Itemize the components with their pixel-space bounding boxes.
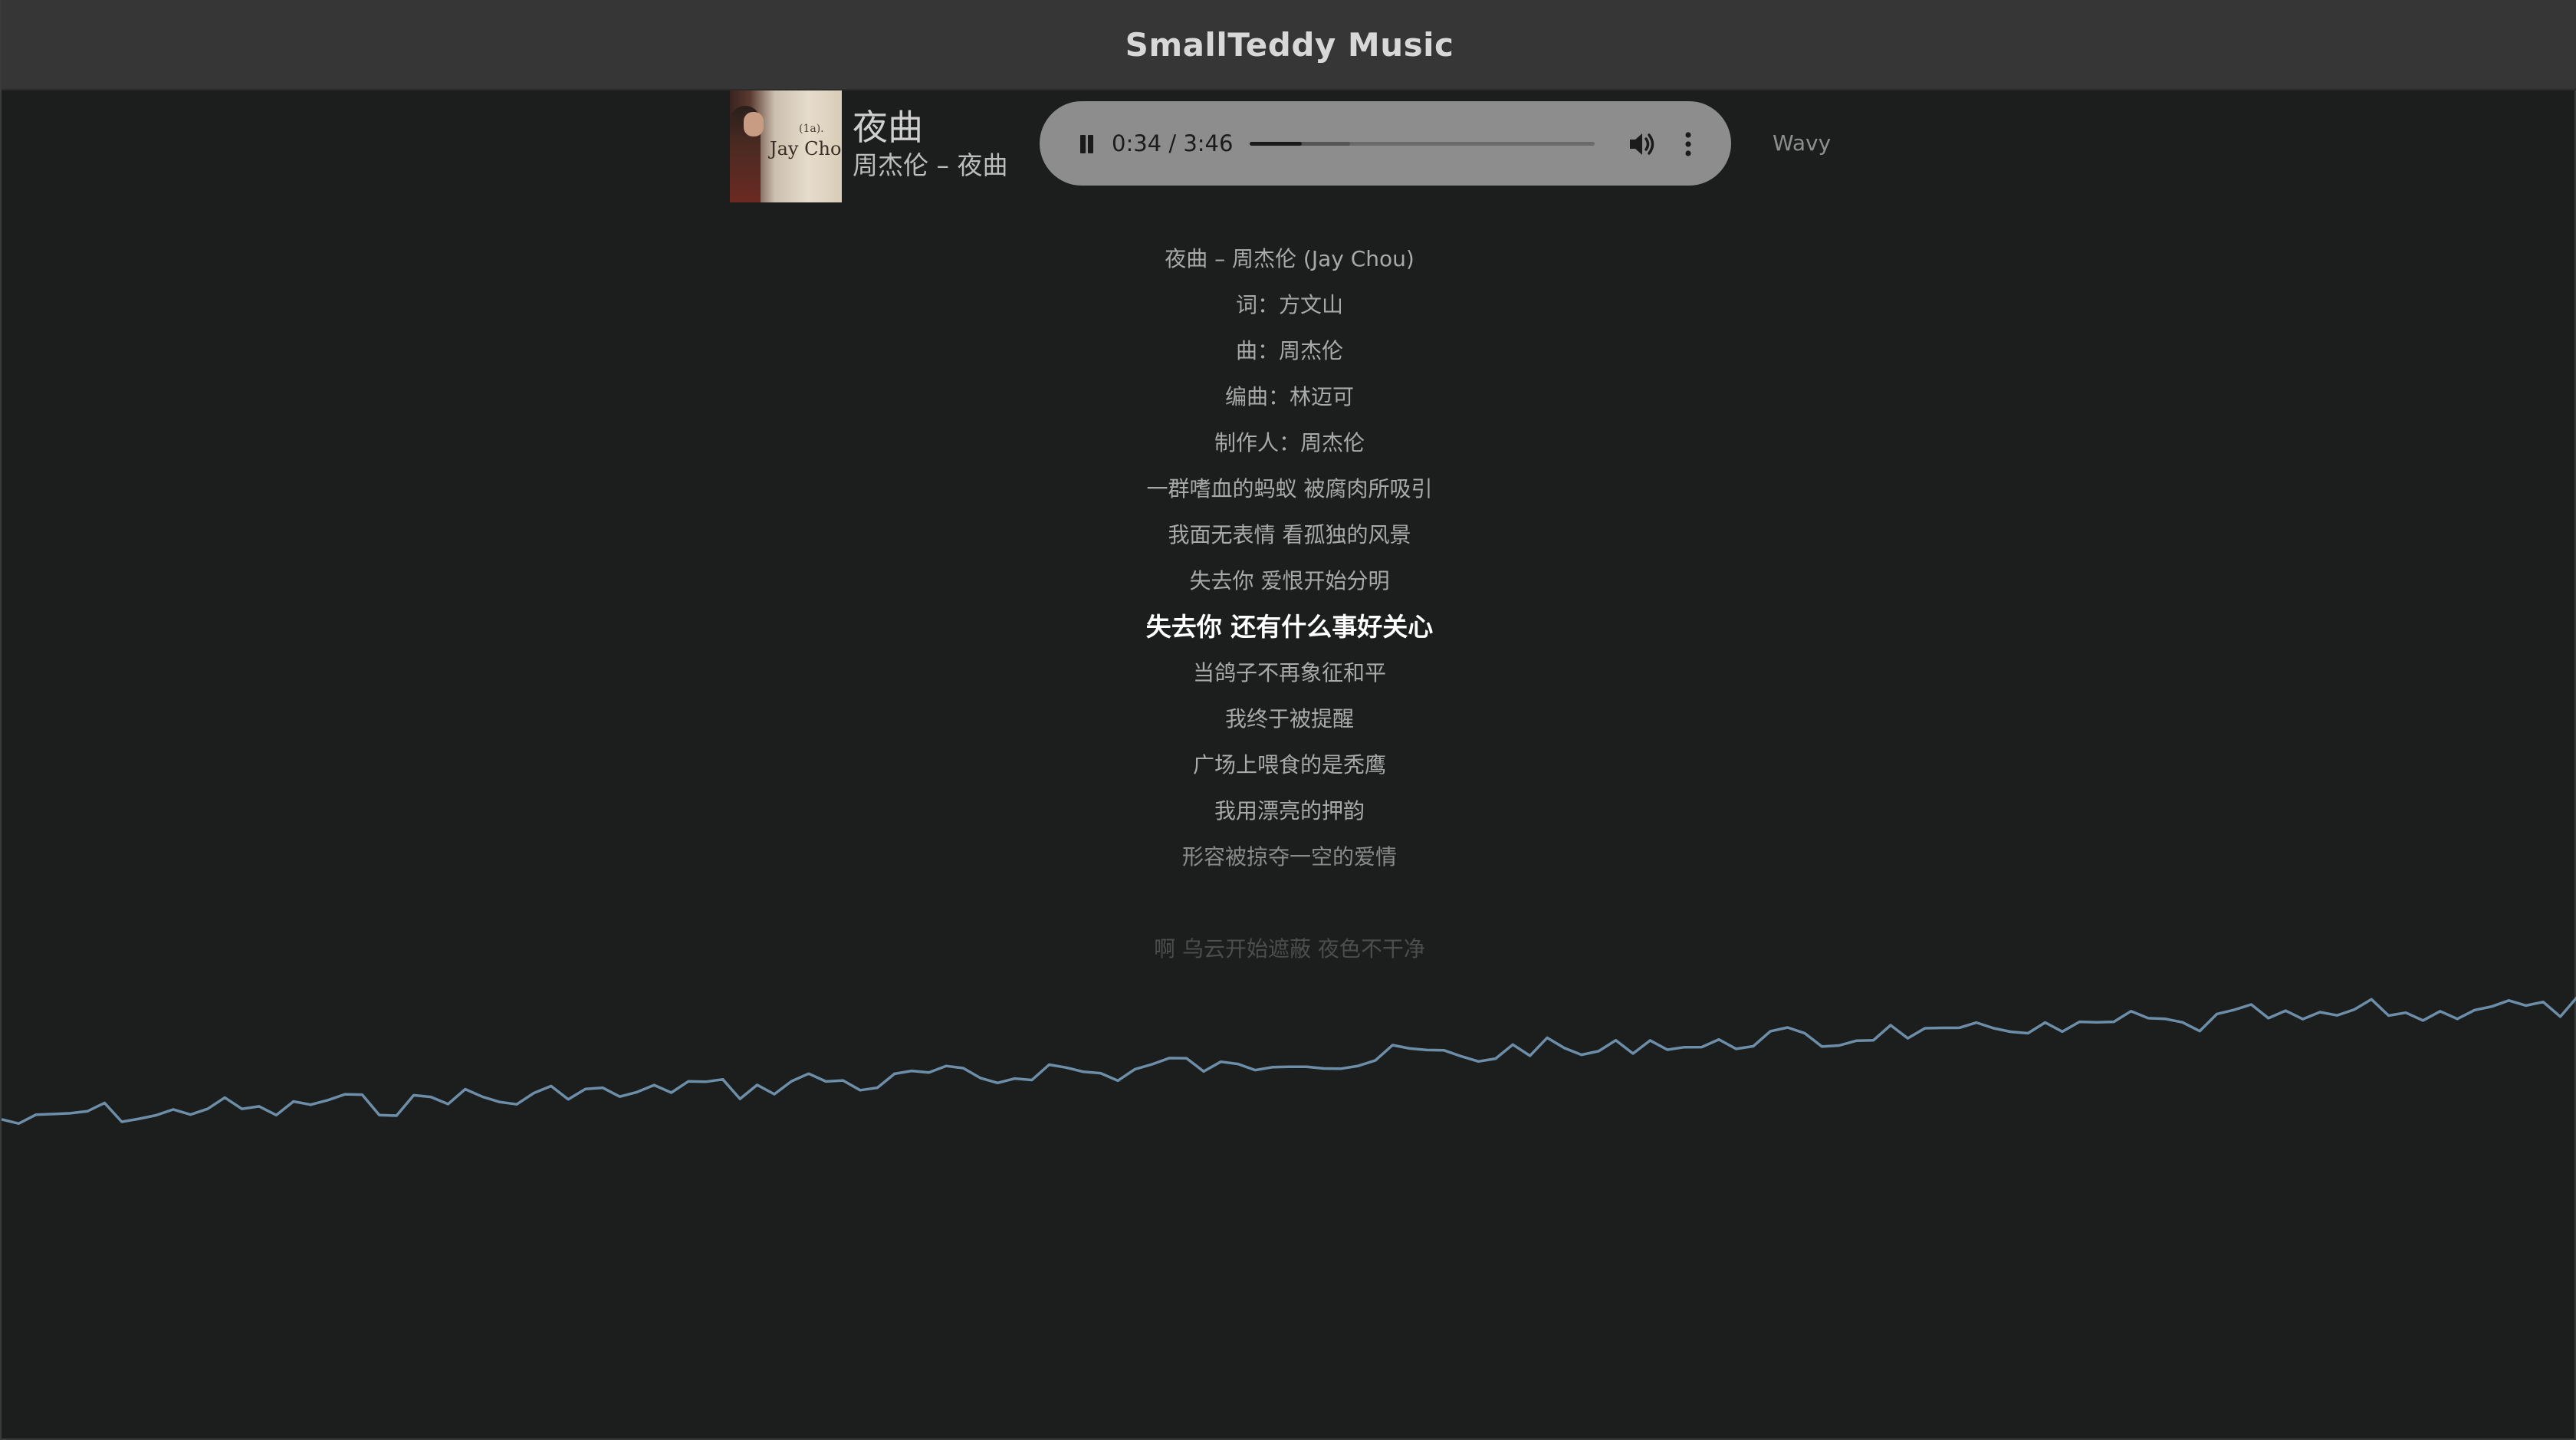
cover-small-text: (1a). <box>799 123 824 135</box>
lyric-line: 我面无表情 看孤独的风景 <box>1168 522 1411 547</box>
lyric-line: 曲：周杰伦 <box>1235 338 1343 363</box>
lyric-line: 词：方文山 <box>1235 292 1343 317</box>
cover-face <box>744 112 764 136</box>
volume-icon[interactable] <box>1627 130 1658 158</box>
audio-player: 0:34 / 3:46 <box>1040 101 1731 186</box>
time-display: 0:34 / 3:46 <box>1112 130 1234 156</box>
lyric-line: 广场上喂食的是秃鹰 <box>1192 752 1386 778</box>
title-bar: SmallTeddy Music <box>2 0 2576 90</box>
app-title: SmallTeddy Music <box>1125 25 1454 64</box>
visualizer-mode-button[interactable]: Wavy <box>1773 130 1831 156</box>
more-options-icon[interactable] <box>1681 129 1696 159</box>
progress-bar[interactable] <box>1250 142 1595 146</box>
current-lyric-line: 失去你 还有什么事好关心 <box>1145 612 1434 642</box>
lyric-line: 一群嗜血的蚂蚁 被腐肉所吸引 <box>1146 476 1433 501</box>
waveform-visualizer <box>2 996 2576 1126</box>
lyric-line: 失去你 爱恨开始分明 <box>1189 568 1390 593</box>
song-title: 夜曲 <box>853 107 923 148</box>
lyric-line: 形容被掠夺一空的爱情 <box>1181 844 1397 870</box>
song-artist: 周杰伦 – 夜曲 <box>853 150 1008 180</box>
lyrics-panel: 夜曲 – 周杰伦 (Jay Chou) 词：方文山 曲：周杰伦 编曲：林迈可 制… <box>2 239 2576 975</box>
cover-logo-text: Jay Chou <box>770 138 842 159</box>
lyric-gap <box>2 883 2576 929</box>
lyric-line: 制作人：周杰伦 <box>1214 430 1365 455</box>
pause-icon[interactable] <box>1073 131 1099 157</box>
lyric-line: 我终于被提醒 <box>1224 706 1354 732</box>
album-cover: (1a). Jay Chou <box>730 90 842 202</box>
waveform-line <box>2 996 2576 1126</box>
lyric-line: 编曲：林迈可 <box>1224 384 1354 409</box>
progress-fill <box>1250 142 1302 146</box>
lyric-line: 我用漂亮的押韵 <box>1214 798 1365 824</box>
lyric-line: 当鸽子不再象征和平 <box>1192 660 1386 685</box>
song-info: 夜曲 周杰伦 – 夜曲 <box>853 106 1007 182</box>
app-window: SmallTeddy Music (1a). Jay Chou 夜曲 周杰伦 –… <box>0 0 2576 1440</box>
lyric-line: 夜曲 – 周杰伦 (Jay Chou) <box>1165 246 1414 271</box>
